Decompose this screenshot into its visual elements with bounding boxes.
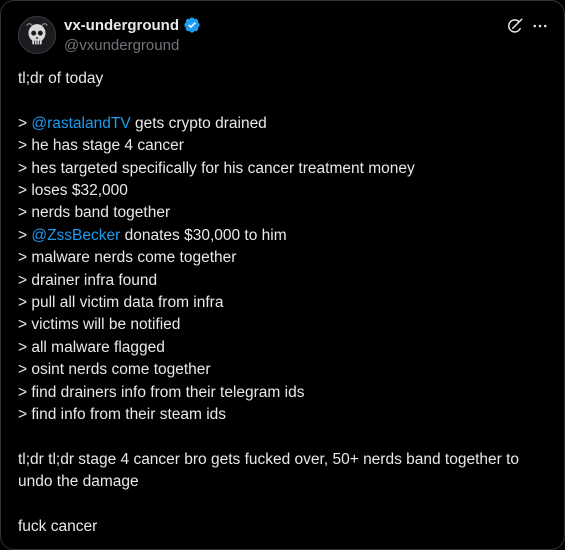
tweet-card: vx-underground @vxunderground tl;dr of t…: [0, 0, 565, 550]
greentext-line: > drainer infra found: [18, 270, 553, 292]
tweet-summary: tl;dr tl;dr stage 4 cancer bro gets fuck…: [18, 450, 520, 491]
greentext-line: > find drainers info from their telegram…: [18, 382, 553, 404]
tweet-body: tl;dr of today > @rastalandTV gets crypt…: [18, 68, 553, 538]
author-handle[interactable]: @vxunderground: [64, 37, 179, 54]
greentext-line: > find info from their steam ids: [18, 404, 553, 426]
greentext-line: > victims will be notified: [18, 314, 553, 336]
tweet-closing: fuck cancer: [18, 518, 98, 536]
greentext-line: > @ZssBecker donates $30,000 to him: [18, 225, 553, 247]
greentext-prefix: >: [18, 338, 32, 356]
greentext-text: drainer infra found: [31, 271, 158, 289]
grok-icon[interactable]: [504, 15, 526, 37]
greentext-text: pull all victim data from infra: [31, 294, 224, 312]
greentext-text: loses $32,000: [31, 182, 128, 200]
greentext-line: > loses $32,000: [18, 180, 553, 202]
greentext-line: > he has stage 4 cancer: [18, 135, 553, 157]
greentext-prefix: >: [18, 226, 32, 244]
more-options-icon[interactable]: [529, 15, 551, 37]
greentext-prefix: >: [18, 249, 32, 267]
greentext-prefix: >: [18, 294, 32, 312]
greentext-prefix: >: [18, 361, 32, 379]
greentext-text: malware nerds come together: [31, 249, 237, 267]
greentext-text: nerds band together: [31, 204, 171, 222]
greentext-prefix: >: [18, 137, 32, 155]
greentext-line: > @rastalandTV gets crypto drained: [18, 113, 553, 135]
greentext-prefix: >: [18, 406, 32, 424]
author-display-name[interactable]: vx-underground: [64, 17, 179, 34]
greentext-text: hes targeted specifically for his cancer…: [31, 159, 415, 177]
greentext-prefix: >: [18, 204, 32, 222]
greentext-prefix: >: [18, 316, 32, 334]
greentext-text: gets crypto drained: [130, 114, 267, 132]
greentext-list: > @rastalandTV gets crypto drained > he h…: [18, 113, 553, 427]
greentext-prefix: >: [18, 271, 32, 289]
greentext-line: > nerds band together: [18, 202, 553, 224]
greentext-text: donates $30,000 to him: [120, 226, 287, 244]
tweet-intro: tl;dr of today: [18, 70, 104, 87]
verified-badge-icon: [184, 17, 200, 33]
greentext-prefix: >: [18, 383, 32, 401]
greentext-line: > osint nerds come together: [18, 359, 553, 381]
greentext-line: > pull all victim data from infra: [18, 292, 553, 314]
greentext-text: victims will be notified: [31, 316, 181, 334]
greentext-line: > all malware flagged: [18, 337, 553, 359]
greentext-text: find info from their steam ids: [31, 406, 227, 424]
avatar[interactable]: [18, 16, 56, 54]
avatar-skull-icon: [19, 17, 55, 53]
greentext-prefix: >: [18, 159, 32, 177]
greentext-text: osint nerds come together: [31, 361, 211, 379]
greentext-line: > hes targeted specifically for his canc…: [18, 158, 553, 180]
greentext-text: find drainers info from their telegram i…: [31, 383, 305, 401]
greentext-text: all malware flagged: [31, 338, 165, 356]
greentext-text: he has stage 4 cancer: [31, 137, 184, 155]
greentext-prefix: >: [18, 114, 32, 132]
greentext-prefix: >: [18, 182, 32, 200]
mention-link[interactable]: @ZssBecker: [31, 227, 120, 244]
greentext-line: > malware nerds come together: [18, 247, 553, 269]
author-name-row: vx-underground: [64, 16, 201, 34]
mention-link[interactable]: @rastalandTV: [31, 115, 130, 132]
